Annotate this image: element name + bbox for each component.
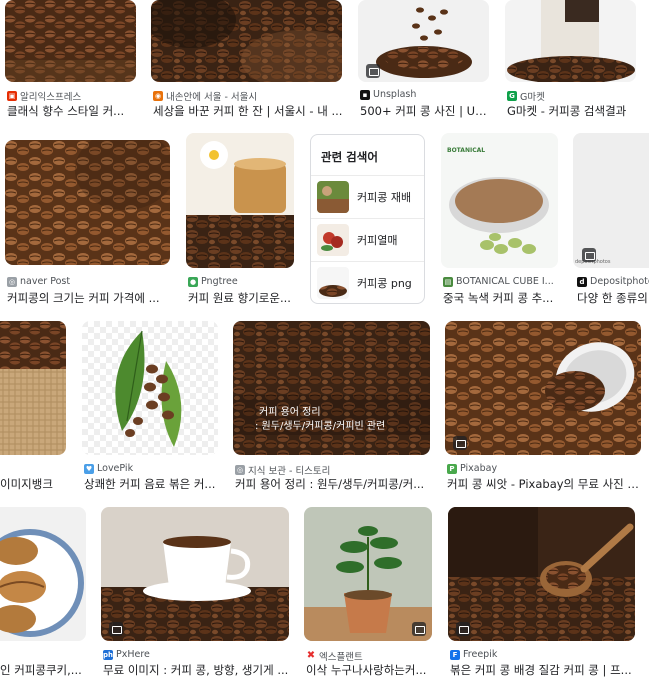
related-thumb [317,181,349,213]
result-source[interactable]: ● Pngtree [188,276,296,287]
result-source[interactable]: F Freepik [450,649,640,660]
result-title[interactable]: 이미지뱅크 [0,476,66,492]
image-badge-icon [453,436,467,450]
related-item-png[interactable]: 커피콩 png [311,261,424,303]
naver-favicon-icon: ◎ [7,276,17,287]
source-label: Freepik [463,649,498,660]
result-title[interactable]: 커피콩의 크기는 커피 가격에 ... [7,290,172,306]
result-source[interactable]: dDepositphotos [577,276,649,287]
seoul-favicon-icon: ◉ [153,91,163,101]
result-image[interactable] [5,140,170,265]
result-title[interactable]: 커피 콩 씨앗 - Pixabay의 무료 사진 - ... [447,476,643,492]
source-label: naver Post [20,276,71,287]
image-badge-icon [366,64,380,78]
unsplash-favicon-icon: ▪ [360,89,370,100]
result-image[interactable]: 커피 용어 정리 : 원두/생두/커피콩/커피빈 관련 [233,321,430,455]
result-title[interactable]: 볶은 커피 콩 배경 질감 커피 콩 | 프... [450,662,640,678]
related-item-label: 커피열매 [357,234,398,247]
botanical-logo: BOTANICAL [447,147,486,154]
source-label: Unsplash [373,89,417,100]
related-item-cultivation[interactable]: 커피콩 재배 [311,175,424,218]
pngtree-favicon-icon: ● [188,276,198,287]
result-image[interactable] [505,0,636,82]
blog-caption-subtitle: : 원두/생두/커피콩/커피빈 관련 [255,421,386,432]
result-title[interactable]: G마켓 - 커피콩 검색결과 [507,103,637,119]
depositphotos-favicon-icon: d [577,276,587,287]
related-searches-panel: 관련 검색어 커피콩 재배 커피열매 커피콩 png [310,134,425,304]
result-title[interactable]: 세상을 바꾼 커피 한 잔 | 서울시 - 내 ... [153,103,343,119]
gmarket-favicon-icon: G [507,91,517,101]
result-source[interactable]: ◎ 지식 보관 - 티스토리 [235,463,432,477]
result-source[interactable]: ♥ LovePik [84,463,219,474]
result-title[interactable]: 500+ 커피 콩 사진 | Uns... [360,103,490,119]
source-label: PxHere [116,649,150,660]
result-source[interactable]: ◎ naver Post [7,276,172,287]
result-source[interactable]: G G마켓 [507,89,637,103]
related-thumb [317,267,349,299]
lovepik-favicon-icon: ♥ [84,463,94,474]
result-title[interactable]: 중국 녹색 커피 콩 추... [443,290,559,306]
result-source[interactable]: P Pixabay [447,463,643,474]
source-label: 내손안에 서울 - 서울시 [166,92,258,103]
result-title[interactable]: 다양 한 종류의 [577,290,649,306]
result-title[interactable]: 커피 용어 정리 : 원두/생두/커피콩/커... [235,476,432,492]
pxhere-favicon-icon: ph [103,649,113,660]
result-image[interactable] [445,321,641,455]
source-label: LovePik [97,463,134,474]
result-image[interactable] [448,507,635,641]
source-label: G마켓 [520,92,545,103]
related-searches-heading: 관련 검색어 [321,150,378,164]
image-badge-icon [456,622,470,636]
result-source[interactable]: ▤ BOTANICAL CUBE I... [443,276,559,287]
store-favicon-icon: ▣ [7,91,17,101]
result-title[interactable]: 인 커피콩쿠키,... [0,662,86,678]
image-badge-icon [412,622,426,636]
result-image[interactable] [151,0,342,82]
result-source[interactable]: ph PxHere [103,649,291,660]
result-source[interactable]: ◉ 내손안에 서울 - 서울시 [153,89,343,103]
source-label: Pngtree [201,276,238,287]
result-image[interactable] [82,321,218,455]
freepik-favicon-icon: F [450,649,460,660]
result-title[interactable]: 무료 이미지 : 커피 콩, 방향, 생기게 ... [103,662,291,678]
related-item-cherry[interactable]: 커피열매 [311,218,424,261]
source-label: 지식 보관 - 티스토리 [248,466,331,477]
result-image[interactable]: BOTANICAL [441,133,558,268]
related-item-label: 커피콩 png [357,277,412,290]
result-image[interactable] [0,321,66,455]
result-source[interactable]: ▪ Unsplash [360,89,490,100]
source-label: BOTANICAL CUBE I... [456,276,554,287]
result-source[interactable]: ✖ 엑스플랜트 [306,649,434,663]
source-label: Depositphotos [590,276,649,287]
result-title[interactable]: 커피 원료 향기로운... [188,290,296,306]
result-title[interactable]: 이삭 누구나사랑하는커... [306,662,434,678]
result-image[interactable] [304,507,432,641]
image-badge-icon [109,622,123,636]
related-thumb [317,224,349,256]
related-item-label: 커피콩 재배 [357,191,412,204]
source-label: Pixabay [460,463,498,474]
botanical-favicon-icon: ▤ [443,276,453,287]
result-image[interactable] [5,0,136,82]
result-title[interactable]: 상쾌한 커피 음료 볶은 커... [84,476,219,492]
pixabay-favicon-icon: P [447,463,457,474]
result-source[interactable]: ▣ 알리익스프레스 [7,89,137,103]
source-label: 알리익스프레스 [20,92,82,103]
tistory-favicon-icon: ◎ [235,465,245,475]
result-image[interactable] [101,507,289,641]
image-badge-icon [582,248,596,262]
source-label: 엑스플랜트 [319,652,363,663]
result-image[interactable] [0,507,86,641]
xplant-favicon-icon: ✖ [306,650,316,661]
result-title[interactable]: 클래식 향수 스타일 커... [7,103,137,119]
result-image[interactable] [186,133,294,268]
blog-caption-title: 커피 용어 정리 [259,407,321,418]
